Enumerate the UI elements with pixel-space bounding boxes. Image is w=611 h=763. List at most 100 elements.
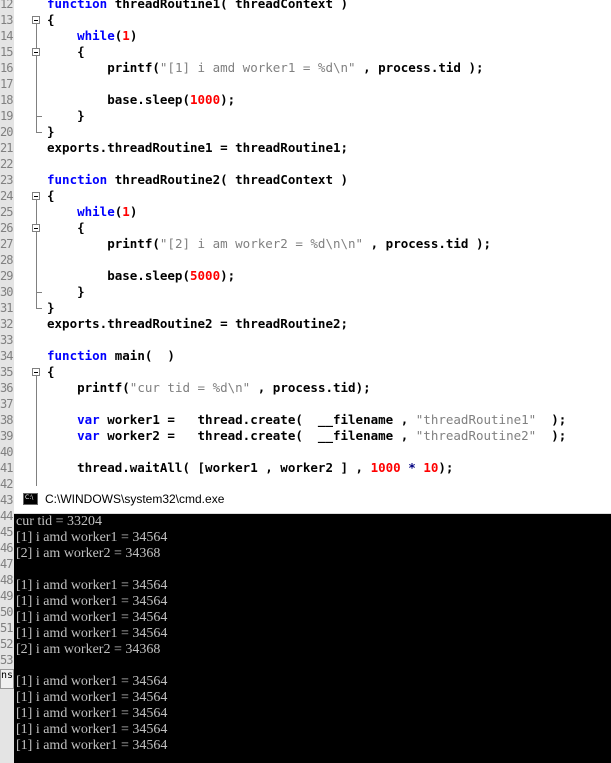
fold-line [36,376,37,486]
console-line: [1] i amd worker1 = 34564 [16,738,168,753]
line-number: 48 [0,573,13,587]
line-number: 53 [0,653,13,667]
fold-toggle[interactable] [32,192,40,200]
line-number: 42 [0,477,13,491]
line-number: 29 [0,269,13,283]
code-line[interactable]: { [47,44,85,60]
line-number: 39 [0,429,13,443]
fold-end [36,292,42,293]
console-line: [1] i amd worker1 = 34564 [16,530,168,545]
line-number: 27 [0,237,13,251]
side-tab[interactable]: nso [0,669,14,689]
line-number: 23 [0,173,13,187]
code-line[interactable]: var worker1 = thread.create( __filename … [47,412,566,428]
code-line[interactable]: printf("cur tid = %d\n" , process.tid); [47,380,371,396]
console-line: [1] i amd worker1 = 34564 [16,706,168,721]
code-line[interactable]: } [47,284,85,300]
cmd-window[interactable]: C:\ C:\WINDOWS\system32\cmd.exe cur tid … [14,486,611,763]
line-number: 36 [0,381,13,395]
code-line[interactable]: thread.waitAll( [worker1 , worker2 ] , 1… [47,460,453,476]
line-number: 14 [0,29,13,43]
line-number: 12 [0,0,13,11]
line-number: 20 [0,125,13,139]
line-number: 50 [0,605,13,619]
line-number: 46 [0,541,13,555]
line-number: 35 [0,365,13,379]
window-title: C:\WINDOWS\system32\cmd.exe [45,492,225,506]
console-line: [1] i amd worker1 = 34564 [16,626,168,641]
code-line[interactable]: function threadRoutine2( threadContext ) [47,172,348,188]
cmd-titlebar[interactable]: C:\ C:\WINDOWS\system32\cmd.exe [14,486,611,514]
line-number: 21 [0,141,13,155]
code-line[interactable]: { [47,220,85,236]
code-line[interactable]: base.sleep(5000); [47,268,235,284]
code-line[interactable]: } [47,108,85,124]
fold-margin [14,0,44,486]
code-line[interactable]: { [47,364,55,380]
line-number: 44 [0,509,13,523]
console-line: [1] i amd worker1 = 34564 [16,690,168,705]
console-output[interactable]: cur tid = 33204 [1] i amd worker1 = 34564… [16,514,611,754]
line-number: 40 [0,445,13,459]
line-number: 51 [0,621,13,635]
line-number: 31 [0,301,13,315]
code-line[interactable]: function main( ) [47,348,175,364]
console-line: [1] i amd worker1 = 34564 [16,594,168,609]
side-tab-label: nso [1,670,14,681]
line-number: 37 [0,397,13,411]
code-line[interactable]: } [47,300,55,316]
fold-end [36,132,42,133]
code-line[interactable]: function threadRoutine1( threadContext ) [47,0,348,12]
line-number: 34 [0,349,13,363]
fold-end [36,116,42,117]
code-line[interactable]: exports.threadRoutine2 = threadRoutine2; [47,316,348,332]
console-line: [2] i am worker2 = 34368 [16,642,161,657]
line-number: 25 [0,205,13,219]
code-line[interactable]: } [47,124,55,140]
console-line: [1] i amd worker1 = 34564 [16,674,168,689]
line-number: 33 [0,333,13,347]
line-number: 24 [0,189,13,203]
line-number: 49 [0,589,13,603]
code-line[interactable]: while(1) [47,204,137,220]
code-line[interactable]: { [47,12,55,28]
line-number-gutter: 12 13 14 15 16 17 18 19 20 21 22 23 24 25 26 27 28 29 30 31… [0,0,14,486]
console-line: [1] i amd worker1 = 34564 [16,722,168,737]
line-number: 45 [0,525,13,539]
line-number: 18 [0,93,13,107]
fold-end [36,308,42,309]
line-number: 41 [0,461,13,475]
fold-toggle[interactable] [32,16,40,24]
line-number: 16 [0,61,13,75]
line-number: 26 [0,221,13,235]
console-line: cur tid = 33204 [16,514,103,529]
code-line[interactable]: printf("[1] i amd worker1 = %d\n" , proc… [47,60,483,76]
line-number: 32 [0,317,13,331]
line-number: 15 [0,45,13,59]
line-number: 22 [0,157,13,171]
fold-toggle[interactable] [32,48,40,56]
line-number-gutter-lower: 42 43 44 45 46 47 48 49 50 51 52 53 [0,477,14,763]
line-number: 30 [0,285,13,299]
line-number: 17 [0,77,13,91]
code-line[interactable]: var worker2 = thread.create( __filename … [47,428,566,444]
code-line[interactable]: printf("[2] i am worker2 = %d\n\n" , pro… [47,236,491,252]
fold-toggle[interactable] [32,368,40,376]
fold-toggle[interactable] [32,224,40,232]
line-number: 43 [0,493,13,507]
code-line[interactable]: base.sleep(1000); [47,92,235,108]
line-number: 52 [0,637,13,651]
code-line[interactable]: exports.threadRoutine1 = threadRoutine1; [47,140,348,156]
code-editor[interactable]: 12 13 14 15 16 17 18 19 20 21 22 23 24 25 26 27 28 29 30 31… [0,0,611,486]
console-line: [1] i amd worker1 = 34564 [16,578,168,593]
console-icon: C:\ [23,493,38,505]
console-line: [2] i am worker2 = 34368 [16,546,161,561]
code-line[interactable]: { [47,188,55,204]
console-line: [1] i amd worker1 = 34564 [16,610,168,625]
line-number: 19 [0,109,13,123]
line-number: 28 [0,253,13,267]
code-line[interactable]: while(1) [47,28,137,44]
line-number: 47 [0,557,13,571]
